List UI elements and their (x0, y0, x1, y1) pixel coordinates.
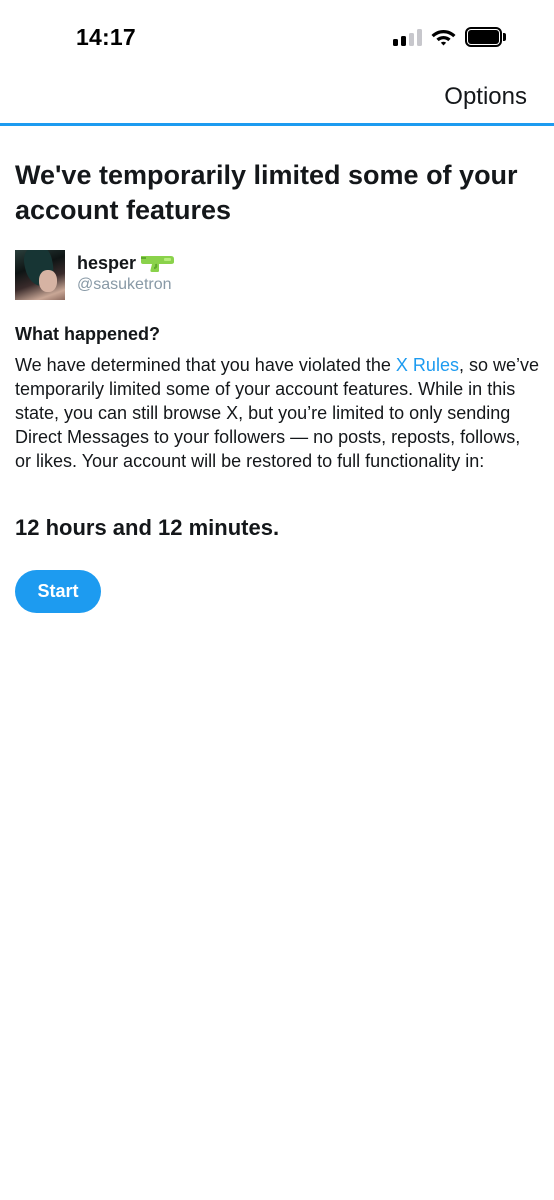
start-button[interactable]: Start (15, 570, 101, 613)
screen: 14:17 Options We've temporarily limited … (0, 0, 554, 1200)
water-pistol-icon (141, 256, 174, 272)
notice-text-part1: We have determined that you have violate… (15, 355, 396, 375)
notice-text: We have determined that you have violate… (15, 353, 540, 473)
profile-card: hesper @sasuketron (15, 250, 415, 300)
page-title: We've temporarily limited some of your a… (15, 160, 518, 225)
x-rules-link[interactable]: X Rules (396, 355, 459, 375)
status-time: 14:17 (76, 24, 136, 50)
display-name: hesper (77, 253, 137, 273)
options-button[interactable]: Options (444, 83, 527, 111)
status-bar: 14:17 (0, 0, 554, 74)
battery-icon (465, 27, 507, 47)
section-heading: What happened? (15, 324, 160, 344)
cellular-signal-icon (393, 29, 423, 46)
nav-divider (0, 123, 554, 126)
user-handle: @sasuketron (77, 276, 172, 293)
wifi-icon (431, 30, 456, 46)
avatar[interactable] (15, 250, 65, 300)
restriction-countdown: 12 hours and 12 minutes. (15, 515, 280, 540)
